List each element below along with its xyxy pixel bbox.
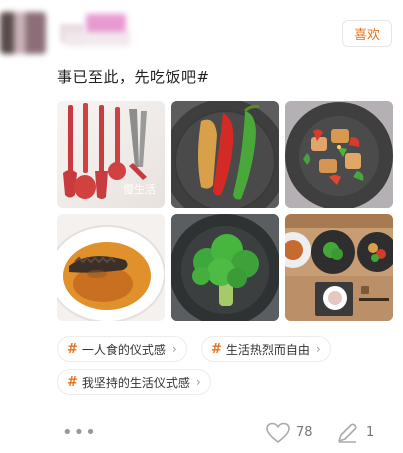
chevron-right-icon: ›: [315, 342, 321, 356]
image-table-spread[interactable]: [285, 214, 393, 321]
hash-icon: #: [67, 374, 78, 390]
image-stir-fry[interactable]: [285, 101, 393, 208]
chevron-right-icon: ›: [195, 375, 201, 389]
image-utensils[interactable]: 慢生活: [57, 101, 165, 208]
image-peppers[interactable]: [171, 101, 279, 208]
image-broccoli[interactable]: [171, 214, 279, 321]
avatar[interactable]: [0, 12, 46, 54]
more-dots-icon[interactable]: •••: [62, 424, 97, 442]
topic-tag-label: 生活热烈而自由: [225, 342, 310, 357]
like-button[interactable]: 喜欢: [342, 20, 392, 47]
topic-tag-label: 我坚持的生活仪式感: [81, 375, 190, 390]
comment-pen-icon[interactable]: [336, 422, 358, 444]
topic-tag-1[interactable]: # 一人食的仪式感 ›: [57, 336, 187, 362]
topic-tag-3[interactable]: # 我坚持的生活仪式感 ›: [57, 369, 211, 395]
image-sea-cucumber[interactable]: [57, 214, 165, 321]
heart-outline-icon[interactable]: [266, 422, 290, 444]
hash-icon: #: [67, 341, 78, 357]
chevron-right-icon: ›: [171, 342, 177, 356]
topic-tag-label: 一人食的仪式感: [81, 342, 166, 357]
hash-icon: #: [211, 341, 222, 357]
watermark-text: 慢生活: [123, 182, 156, 196]
like-count: 78: [296, 425, 313, 440]
post-text: 事已至此，先吃饭吧#: [57, 68, 210, 86]
topic-tag-2[interactable]: # 生活热烈而自由 ›: [201, 336, 331, 362]
username-blurred[interactable]: [60, 14, 130, 46]
comment-count: 1: [366, 425, 375, 440]
